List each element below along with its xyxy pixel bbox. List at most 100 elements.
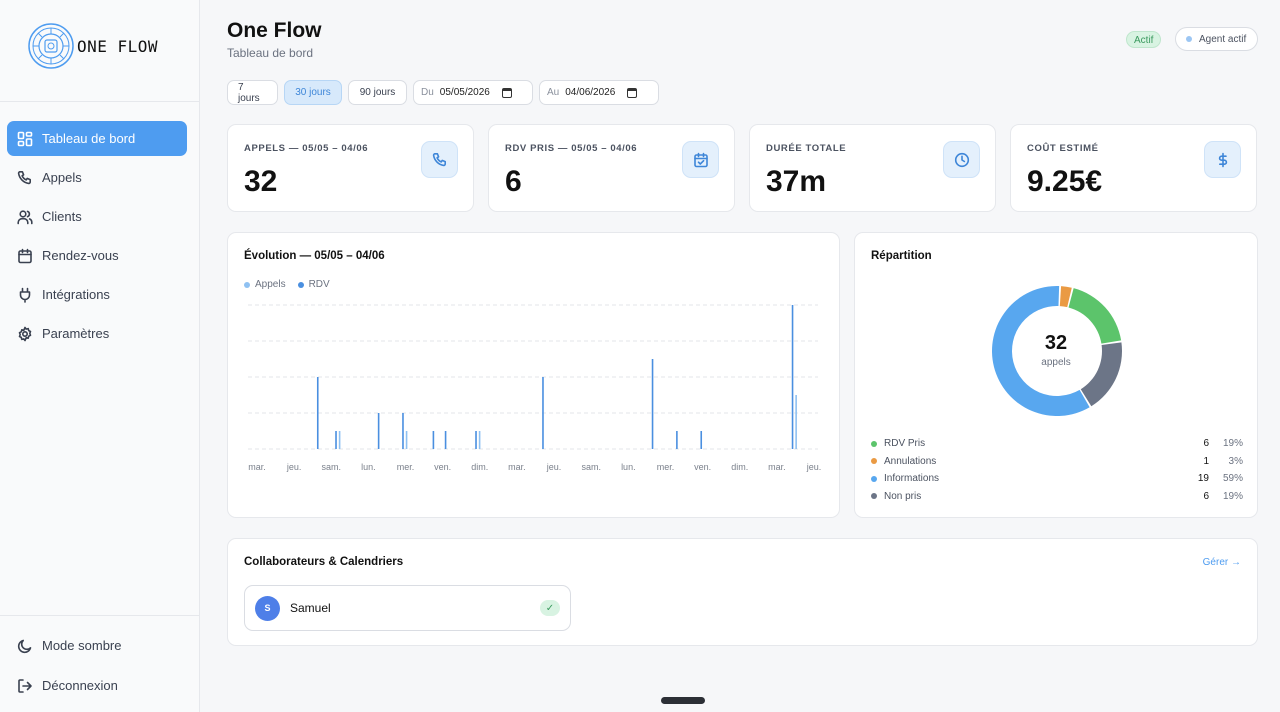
- date-to-prefix: Au: [547, 87, 560, 98]
- sidebar-divider: [0, 615, 200, 616]
- bar-appels: [651, 359, 654, 449]
- sidebar-item-integrations[interactable]: Intégrations: [7, 277, 187, 312]
- legend-swatch: [871, 458, 877, 465]
- sidebar-divider: [0, 101, 200, 102]
- range-90-days-button[interactable]: 90 jours: [348, 80, 407, 105]
- legend-swatch: [871, 493, 877, 500]
- bar-rdv: [338, 431, 341, 449]
- bar-appels: [377, 413, 380, 449]
- sidebar-item-label: Intégrations: [42, 287, 110, 302]
- plug-icon: [17, 287, 33, 303]
- x-tick-label: jeu.: [546, 462, 562, 472]
- bar-appels: [676, 431, 678, 449]
- x-tick-label: sam.: [581, 462, 601, 472]
- x-tick-label: mar.: [248, 462, 266, 472]
- kpi-card-duree: DURÉE TOTALE 37m: [749, 124, 996, 212]
- sidebar-item-appels[interactable]: Appels: [7, 160, 187, 195]
- kpi-label: APPELS — 05/05 – 04/06: [244, 143, 369, 154]
- x-tick-label: ven.: [694, 462, 711, 472]
- x-tick-label: jeu.: [806, 462, 822, 472]
- date-from-value: 05/05/2026: [439, 87, 490, 98]
- kpi-label: DURÉE TOTALE: [766, 143, 847, 154]
- status-badge: Actif: [1126, 31, 1162, 48]
- manage-link[interactable]: Gérer →: [1203, 557, 1241, 568]
- sidebar-item-label: Tableau de bord: [42, 131, 136, 146]
- legend-percent: 19%: [1222, 438, 1243, 450]
- clock-icon: [943, 141, 980, 178]
- logo-mark-icon: [28, 23, 74, 69]
- bar-appels: [402, 413, 404, 449]
- agent-status-label: Agent actif: [1199, 33, 1247, 45]
- sidebar-item-dashboard[interactable]: Tableau de bord: [7, 121, 187, 156]
- bar-appels: [316, 377, 319, 449]
- kpi-label: RDV PRIS — 05/05 – 04/06: [505, 143, 638, 154]
- logout-label: Déconnexion: [42, 678, 118, 693]
- sidebar-item-rendez-vous[interactable]: Rendez-vous: [7, 238, 187, 273]
- sidebar-item-clients[interactable]: Clients: [7, 199, 187, 234]
- sidebar-item-parametres[interactable]: Paramètres: [7, 316, 187, 351]
- dark-mode-toggle[interactable]: Mode sombre: [7, 628, 187, 663]
- legend-count: 19: [1197, 473, 1209, 485]
- moon-icon: [17, 638, 33, 654]
- logout-button[interactable]: Déconnexion: [7, 668, 187, 703]
- calendar-check-icon: [682, 141, 719, 178]
- sidebar-bottom: Mode sombre Déconnexion: [7, 628, 187, 707]
- sidebar-nav: Tableau de bord Appels Clients Rendez-vo…: [7, 121, 187, 355]
- bar-appels: [542, 377, 544, 449]
- dark-mode-label: Mode sombre: [42, 638, 122, 653]
- x-tick-label: ven.: [434, 462, 451, 472]
- kpi-value: 32: [244, 165, 278, 198]
- legend-swatch: [871, 440, 877, 447]
- kpi-value: 9.25€: [1027, 165, 1103, 198]
- phone-icon: [421, 141, 458, 178]
- date-from-prefix: Du: [421, 87, 434, 98]
- kpi-card-rdv: RDV PRIS — 05/05 – 04/06 6: [488, 124, 735, 212]
- legend-count: 1: [1203, 455, 1209, 467]
- legend-swatch: [871, 475, 877, 482]
- collaborator-item[interactable]: S Samuel ✓: [244, 585, 571, 631]
- kpi-row: APPELS — 05/05 – 04/06 32 RDV PRIS — 05/…: [227, 124, 1257, 212]
- users-icon: [17, 209, 33, 225]
- calendar-icon[interactable]: [627, 87, 638, 98]
- date-to-value: 04/06/2026: [565, 87, 616, 98]
- range-7-days-button[interactable]: 7 jours: [227, 80, 278, 105]
- sidebar-item-label: Rendez-vous: [42, 248, 119, 263]
- sidebar: ONE FLOW Tableau de bord Appels Clients …: [0, 0, 200, 712]
- date-to-input[interactable]: Au 04/06/2026: [539, 80, 659, 105]
- collaborators-title: Collaborateurs & Calendriers: [244, 556, 404, 568]
- agent-status-button[interactable]: Agent actif: [1175, 27, 1258, 51]
- sidebar-item-label: Paramètres: [42, 326, 110, 341]
- bar-appels: [475, 431, 477, 449]
- dashboard-icon: [17, 131, 33, 147]
- kpi-card-appels: APPELS — 05/05 – 04/06 32: [227, 124, 474, 212]
- legend-count: 6: [1203, 490, 1209, 502]
- bar-appels: [791, 305, 794, 449]
- kpi-value: 6: [505, 165, 522, 198]
- legend-row-non-pris: Non pris 6 19%: [871, 488, 1243, 506]
- app-logo[interactable]: ONE FLOW: [27, 22, 158, 70]
- legend-percent: 19%: [1222, 490, 1243, 502]
- calendar-icon[interactable]: [501, 87, 512, 98]
- legend-label: Informations: [884, 473, 940, 485]
- agent-status-dot: [1186, 36, 1192, 42]
- legend-percent: 59%: [1222, 473, 1243, 485]
- collaborator-name: Samuel: [290, 601, 331, 615]
- legend-row-rdv-pris: RDV Pris 6 19%: [871, 435, 1243, 453]
- bar-rdv: [405, 431, 408, 449]
- legend-percent: 3%: [1228, 455, 1243, 467]
- kpi-label: COÛT ESTIMÉ: [1027, 143, 1099, 154]
- gear-icon: [17, 326, 33, 342]
- legend-label: RDV Pris: [884, 438, 926, 450]
- legend-label: Non pris: [884, 490, 922, 502]
- x-tick-label: mer.: [657, 462, 675, 472]
- kpi-value: 37m: [766, 165, 827, 198]
- x-tick-label: sam.: [322, 462, 342, 472]
- repartition-legend: RDV Pris 6 19% Annulations 1 3% Informat…: [871, 435, 1243, 505]
- logo-text: ONE FLOW: [77, 36, 159, 56]
- x-tick-label: mar.: [508, 462, 526, 472]
- bar-appels: [432, 431, 435, 449]
- avatar: S: [255, 595, 280, 621]
- bar-appels: [335, 431, 337, 449]
- range-30-days-button[interactable]: 30 jours: [284, 80, 342, 105]
- date-from-input[interactable]: Du 05/05/2026: [413, 80, 533, 105]
